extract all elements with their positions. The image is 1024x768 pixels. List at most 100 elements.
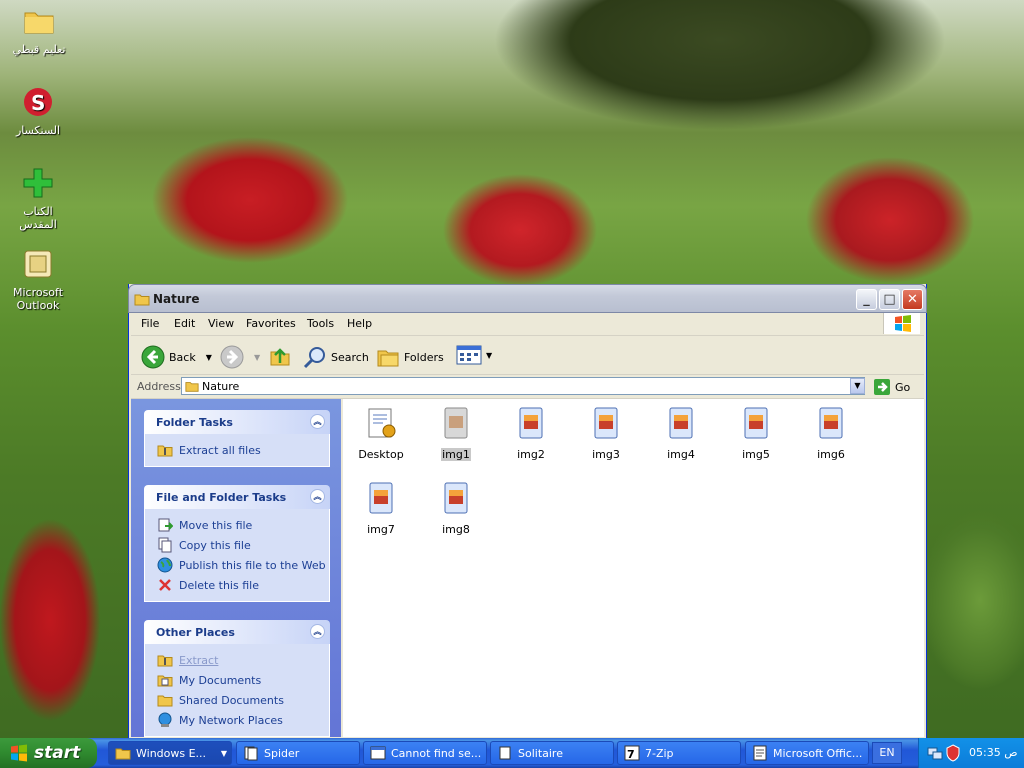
- chevron-down-icon[interactable]: ▼: [486, 351, 492, 360]
- browser-page-icon: [370, 746, 386, 760]
- folder-tasks-panel: Folder Tasks ︽ Extract all files: [144, 410, 330, 467]
- shield-icon[interactable]: [945, 744, 961, 762]
- windows-logo: [883, 313, 920, 334]
- file-item-img4[interactable]: img4: [651, 407, 711, 461]
- menu-help[interactable]: Help: [347, 317, 372, 330]
- folder-icon: [134, 294, 150, 306]
- file-item-img5[interactable]: img5: [726, 407, 786, 461]
- cards-icon: [499, 746, 511, 760]
- menu-edit[interactable]: Edit: [174, 317, 195, 330]
- desktop-icon-outlook[interactable]: Microsoft Outlook: [3, 248, 73, 312]
- forward-button[interactable]: ▼: [220, 345, 260, 369]
- globe-icon: [157, 557, 173, 573]
- task-extract-all[interactable]: Extract all files: [145, 440, 329, 460]
- title-bar[interactable]: Nature _ □ ✕: [128, 284, 927, 313]
- task-copy-file[interactable]: Copy this file: [145, 535, 329, 555]
- file-item-img6[interactable]: img6: [801, 407, 861, 461]
- s-app-icon: S: [24, 88, 52, 116]
- maximize-button[interactable]: □: [879, 289, 900, 310]
- clock[interactable]: 05:35 ص: [969, 746, 1018, 759]
- windows-flag-icon: [11, 744, 27, 762]
- address-dropdown-button[interactable]: ▼: [850, 378, 865, 394]
- image-file-icon: [819, 407, 843, 439]
- folder-icon: [115, 748, 131, 760]
- file-item-img2[interactable]: img2: [501, 407, 561, 461]
- task-spider[interactable]: Spider: [236, 741, 360, 765]
- delete-x-icon: [159, 579, 171, 591]
- place-network-places[interactable]: My Network Places: [145, 710, 329, 730]
- desktop-icon-coptic-education[interactable]: تعليم قبطي: [4, 5, 74, 56]
- panel-title: Other Places: [156, 626, 235, 639]
- menu-tools[interactable]: Tools: [307, 317, 334, 330]
- network-globe-icon: [158, 712, 172, 727]
- search-button[interactable]: Search: [303, 345, 369, 369]
- network-icon[interactable]: [927, 745, 943, 761]
- task-move-file[interactable]: Move this file: [145, 515, 329, 535]
- address-value: Nature: [202, 380, 240, 393]
- minimize-button[interactable]: _: [856, 289, 877, 310]
- views-icon: [456, 345, 482, 365]
- desktop-icon-synaxarium[interactable]: S السنكسار: [3, 86, 73, 137]
- close-button[interactable]: ✕: [902, 289, 923, 310]
- task-windows-explorer[interactable]: Windows E... ▼: [108, 741, 232, 765]
- back-label: Back: [169, 350, 196, 364]
- desktop-icon-label: Microsoft Outlook: [12, 286, 64, 312]
- folder-up-icon: [270, 348, 290, 366]
- task-microsoft-office[interactable]: Microsoft Offic...: [745, 741, 869, 765]
- outlook-icon: [24, 250, 52, 278]
- svg-text:S: S: [31, 91, 45, 115]
- folder-icon: [185, 382, 199, 392]
- chevron-down-icon: ▼: [220, 748, 227, 758]
- go-label: Go: [895, 380, 911, 394]
- file-folder-tasks-panel: File and Folder Tasks ︽ Move this file C…: [144, 485, 330, 602]
- start-button[interactable]: start: [0, 738, 97, 768]
- file-item-img1[interactable]: img1: [426, 407, 486, 461]
- file-list-view[interactable]: Desktop img1 img2 img3 img4 img5 img6 im…: [343, 399, 924, 737]
- search-icon: [303, 347, 325, 369]
- place-extract[interactable]: Extract: [145, 650, 329, 670]
- folders-button[interactable]: Folders: [376, 345, 444, 369]
- file-item-img3[interactable]: img3: [576, 407, 636, 461]
- copy-icon: [158, 537, 172, 553]
- task-publish-web[interactable]: Publish this file to the Web: [145, 555, 329, 575]
- menu-file[interactable]: File: [141, 317, 159, 330]
- back-button[interactable]: Back ▼: [141, 345, 212, 369]
- task-delete-file[interactable]: Delete this file: [145, 575, 329, 595]
- views-button[interactable]: ▼: [456, 345, 492, 365]
- folder-tasks-header[interactable]: Folder Tasks ︽: [144, 410, 330, 434]
- menu-favorites[interactable]: Favorites: [246, 317, 296, 330]
- chevron-down-icon[interactable]: ▼: [206, 353, 212, 362]
- file-item-img8[interactable]: img8: [426, 482, 486, 536]
- documents-folder-icon: [157, 675, 173, 687]
- image-file-icon: [444, 407, 468, 439]
- collapse-icon[interactable]: ︽: [310, 414, 325, 429]
- up-button[interactable]: [269, 345, 291, 367]
- task-7zip[interactable]: 7 7-Zip: [617, 741, 741, 765]
- go-arrow-icon: [874, 379, 890, 395]
- move-icon: [158, 518, 173, 532]
- desktop-icon-bible[interactable]: الكتاب المقدس: [3, 167, 73, 231]
- file-item-desktop[interactable]: Desktop: [351, 407, 411, 461]
- image-file-icon: [519, 407, 543, 439]
- panel-title: Folder Tasks: [156, 416, 233, 429]
- file-folder-tasks-header[interactable]: File and Folder Tasks ︽: [144, 485, 330, 509]
- collapse-icon[interactable]: ︽: [310, 624, 325, 639]
- address-input[interactable]: Nature: [181, 377, 865, 395]
- language-indicator[interactable]: EN: [872, 742, 902, 764]
- go-button[interactable]: Go: [873, 378, 910, 396]
- svg-text:7: 7: [627, 748, 635, 761]
- other-places-header[interactable]: Other Places ︽: [144, 620, 330, 644]
- file-item-img7[interactable]: img7: [351, 482, 411, 536]
- image-file-icon: [444, 482, 468, 514]
- office-icon: [753, 745, 767, 761]
- menu-view[interactable]: View: [208, 317, 234, 330]
- system-tray: 05:35 ص: [918, 738, 1024, 768]
- taskbar: start Windows E... ▼ Spider Cannot find …: [0, 738, 1024, 768]
- place-shared-documents[interactable]: Shared Documents: [145, 690, 329, 710]
- toolbar: Back ▼ ▼ Search Folders ▼: [131, 336, 924, 375]
- collapse-icon[interactable]: ︽: [310, 489, 325, 504]
- task-solitaire[interactable]: Solitaire: [490, 741, 614, 765]
- chevron-down-icon[interactable]: ▼: [254, 353, 260, 362]
- task-cannot-find-server[interactable]: Cannot find se...: [363, 741, 487, 765]
- place-my-documents[interactable]: My Documents: [145, 670, 329, 690]
